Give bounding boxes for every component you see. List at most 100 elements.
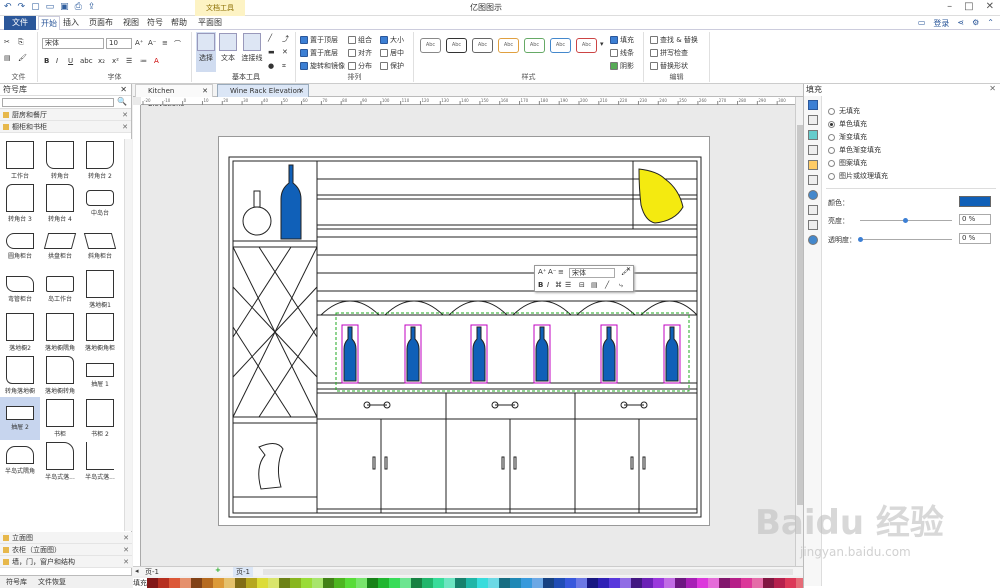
distribute-button[interactable]: 分布 [348, 61, 372, 71]
curve-icon[interactable]: ⤴ [282, 34, 289, 44]
page-nav-icon[interactable]: ◂ [135, 567, 139, 575]
color-swatch[interactable] [565, 578, 576, 588]
bring-front-button[interactable]: 置于顶层 [300, 35, 338, 45]
new-icon[interactable]: ▢ [31, 2, 40, 12]
fill-panel-close-icon[interactable]: ✕ [989, 84, 996, 93]
menu-file[interactable]: 文件 [4, 16, 36, 30]
numbered-list-icon[interactable]: ≔ [140, 57, 147, 65]
spell-check-button[interactable]: 拼写检查 [650, 48, 688, 58]
rectangle-icon[interactable]: ▬ [268, 48, 275, 56]
color-swatch[interactable] [631, 578, 642, 588]
floating-close-icon[interactable]: ✕ [626, 266, 631, 273]
align-icon[interactable]: ≡ [558, 268, 564, 276]
align-button[interactable]: 对齐 [348, 48, 372, 58]
print-icon[interactable]: ⎙ [75, 2, 82, 12]
style-preset-1[interactable]: Abc [420, 38, 441, 53]
add-page-icon[interactable]: + [215, 566, 221, 574]
color-swatch[interactable] [477, 578, 488, 588]
search-icon[interactable]: 🔍 [117, 97, 127, 106]
shape-item[interactable]: 转角台 [40, 139, 80, 182]
transparency-slider[interactable] [860, 239, 952, 240]
text-align-icon[interactable]: ≡ [162, 39, 168, 47]
style-preset-6[interactable]: Abc [550, 38, 571, 53]
color-swatch[interactable] [686, 578, 697, 588]
color-swatch[interactable] [202, 578, 213, 588]
category-close-icon[interactable]: ✕ [123, 544, 129, 556]
color-swatch[interactable] [334, 578, 345, 588]
shadow-button[interactable]: 阴影 [610, 61, 634, 71]
comment-tab-icon[interactable] [807, 220, 818, 230]
color-swatch[interactable] [378, 578, 389, 588]
shape-item[interactable]: 半岛式隅角 [0, 440, 40, 483]
text-curve-icon[interactable]: ⌒ [174, 39, 181, 49]
color-swatch[interactable] [290, 578, 301, 588]
font-grow-icon[interactable]: A⁺ [135, 39, 143, 47]
text-position-icon[interactable]: ⊟ [579, 281, 585, 289]
color-swatch[interactable] [730, 578, 741, 588]
color-swatch[interactable] [356, 578, 367, 588]
category-cabinets-bookcases[interactable]: 橱柜和书柜 ✕ [0, 121, 131, 133]
bold-icon[interactable]: B [44, 57, 49, 65]
color-swatch[interactable] [444, 578, 455, 588]
paste-icon[interactable]: ▤ [4, 54, 11, 62]
color-swatch[interactable] [598, 578, 609, 588]
line-style-icon[interactable]: ╱ [605, 281, 609, 289]
subscript-icon[interactable]: x₂ [98, 57, 105, 65]
shape-item[interactable]: 弯管柜台 [0, 268, 40, 311]
window-icon[interactable]: ▭ [918, 18, 926, 29]
canvas-page[interactable] [218, 136, 710, 526]
option-solid-fill[interactable]: 单色填充 [828, 119, 867, 129]
color-swatch[interactable] [576, 578, 587, 588]
connector-icon[interactable]: ⤷ [619, 281, 623, 290]
color-swatch[interactable] [279, 578, 290, 588]
text-tool-button[interactable]: 文本 [218, 32, 238, 72]
font-size-combo[interactable]: 10 [106, 38, 132, 49]
shape-item[interactable]: 斜角柜台 [80, 225, 120, 268]
style-preset-4[interactable]: Abc [498, 38, 519, 53]
color-swatch[interactable] [345, 578, 356, 588]
style-scroll-icon[interactable]: ▾ [600, 40, 604, 48]
export-icon[interactable]: ⇪ [88, 2, 96, 12]
color-palette[interactable] [147, 578, 807, 588]
shape-item[interactable]: 书柜 [40, 397, 80, 440]
italic-icon[interactable]: I [547, 281, 549, 289]
find-replace-button[interactable]: 查找 & 替换 [650, 35, 698, 45]
category-kitchen-dining[interactable]: 厨房和餐厅 ✕ [0, 109, 131, 121]
tab-file-recovery[interactable]: 文件恢复 [38, 577, 66, 587]
option-single-gradient-fill[interactable]: 单色渐变填充 [828, 145, 881, 155]
shape-item[interactable]: 落地橱转角 [40, 354, 80, 397]
maximize-icon[interactable]: □ [964, 1, 973, 12]
radio-no-fill[interactable] [828, 107, 835, 115]
style-preset-3[interactable]: Abc [472, 38, 493, 53]
shape-item[interactable]: 转角台 2 [80, 139, 120, 182]
color-swatch[interactable] [675, 578, 686, 588]
option-gradient-fill[interactable]: 渐变填充 [828, 132, 867, 142]
color-swatch[interactable] [312, 578, 323, 588]
color-swatch[interactable] [367, 578, 378, 588]
share-icon[interactable]: ⋖ [957, 18, 964, 29]
brightness-value[interactable]: 0 % [959, 214, 991, 225]
category-close-icon[interactable]: ✕ [122, 121, 128, 133]
hyperlink-tab-icon[interactable] [807, 190, 818, 200]
strikethrough-icon[interactable]: abc [80, 57, 93, 65]
case-icon[interactable]: ⌘ [555, 281, 562, 289]
color-swatch[interactable] [422, 578, 433, 588]
shape-item[interactable]: 半岛式落... [40, 440, 80, 483]
color-swatch[interactable] [543, 578, 554, 588]
brightness-slider-knob[interactable] [903, 218, 908, 223]
layers-tab-icon[interactable] [807, 175, 818, 185]
page-tab[interactable]: 页-1 [233, 567, 253, 577]
option-picture-fill[interactable]: 图片或纹理填充 [828, 171, 888, 181]
size-button[interactable]: 大小 [380, 35, 404, 45]
shape-item[interactable]: 岛工作台 [40, 268, 80, 311]
shape-item[interactable]: 拱盘柜台 [40, 225, 80, 268]
shape-item[interactable]: 书柜 2 [80, 397, 120, 440]
bold-icon[interactable]: B [538, 281, 543, 289]
color-swatch[interactable] [521, 578, 532, 588]
panel-close-icon[interactable]: ✕ [120, 84, 127, 96]
color-swatch[interactable] [246, 578, 257, 588]
group-button[interactable]: 组合 [348, 35, 372, 45]
color-swatch[interactable] [642, 578, 653, 588]
color-swatch[interactable] [752, 578, 763, 588]
menu-home[interactable]: 开始 [38, 16, 60, 30]
